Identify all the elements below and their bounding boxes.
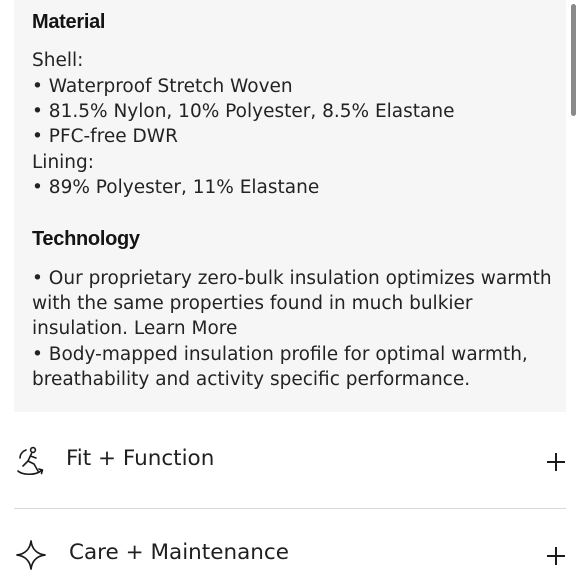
diamond-sparkle-icon	[14, 538, 48, 572]
technology-heading: Technology	[32, 228, 140, 250]
divider	[14, 508, 566, 509]
material-heading: Material	[32, 11, 106, 33]
accordion-label: Fit + Function	[66, 446, 215, 471]
details-panel: Material Shell: • Waterproof Stretch Wov…	[14, 0, 566, 412]
technology-line: insulation. Learn More	[32, 318, 238, 339]
technology-line: • Body-mapped insulation profile for opt…	[32, 344, 528, 365]
accordion-fit-function[interactable]: Fit + Function	[14, 430, 566, 490]
technology-line: with the same properties found in much b…	[32, 293, 473, 314]
plus-icon[interactable]	[546, 546, 566, 566]
scrollbar[interactable]	[571, 4, 576, 116]
material-line: • PFC-free DWR	[32, 126, 178, 147]
technology-line: breathability and activity specific perf…	[32, 369, 471, 390]
material-line: • 89% Polyester, 11% Elastane	[32, 177, 320, 198]
plus-icon[interactable]	[546, 452, 566, 472]
material-line: Shell:	[32, 50, 84, 71]
accordion-care-maintenance[interactable]: Care + Maintenance	[14, 524, 566, 580]
accordion-label: Care + Maintenance	[69, 540, 289, 565]
body-movement-icon	[14, 444, 48, 478]
material-line: • 81.5% Nylon, 10% Polyester, 8.5% Elast…	[32, 101, 455, 122]
material-line: Lining:	[32, 152, 95, 173]
technology-line: • Our proprietary zero-bulk insulation o…	[32, 268, 552, 289]
material-line: • Waterproof Stretch Woven	[32, 76, 293, 97]
product-details-page: Material Shell: • Waterproof Stretch Wov…	[0, 0, 580, 580]
